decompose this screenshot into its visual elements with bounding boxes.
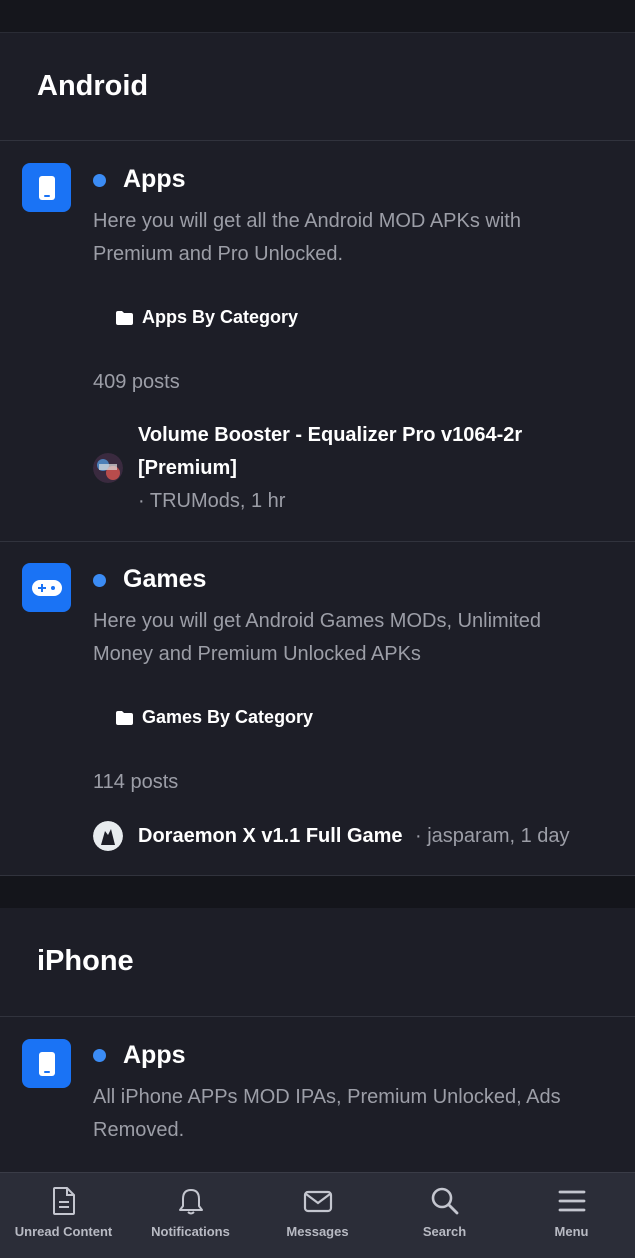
latest-post-title[interactable]: Volume Booster - Equalizer Pro v1064-2r …	[138, 419, 578, 485]
search-icon	[431, 1187, 458, 1215]
divider	[0, 140, 635, 141]
section-android: Android Apps Here you will get all the A…	[0, 33, 635, 875]
forum-title[interactable]: Apps	[123, 165, 186, 194]
nav-label: Search	[422, 1224, 467, 1239]
nav-unread-content[interactable]: Unread Content	[0, 1173, 127, 1258]
subcategory-label: Games By Category	[142, 707, 314, 727]
forum-description: Here you will get all the Android MOD AP…	[93, 210, 521, 265]
subcategory-link[interactable]: Games By Category	[116, 707, 313, 728]
bottom-navigation: Unread Content Notifications Messages Se…	[0, 1172, 635, 1258]
unread-dot	[93, 574, 106, 587]
nav-label: Messages	[286, 1224, 349, 1239]
unread-dot	[93, 174, 106, 187]
latest-post-title[interactable]: Doraemon X v1.1 Full Game	[138, 820, 403, 853]
envelope-icon	[303, 1190, 332, 1213]
section-title[interactable]: iPhone	[37, 945, 134, 978]
phone-icon	[22, 1039, 71, 1088]
top-bar	[0, 0, 635, 33]
divider	[0, 1016, 635, 1017]
folder-icon	[116, 310, 133, 325]
subcategory-link[interactable]: Apps By Category	[116, 307, 298, 328]
avatar[interactable]	[93, 821, 123, 851]
section-iphone: iPhone Apps All iPhone APPs MOD IPAs, Pr…	[0, 908, 635, 1172]
nav-search[interactable]: Search	[381, 1173, 508, 1258]
post-count: 409 posts	[93, 371, 180, 393]
latest-post-meta: · jasparam, 1 day	[415, 825, 570, 847]
forum-title[interactable]: Games	[123, 565, 206, 594]
bell-icon	[178, 1189, 203, 1215]
nav-messages[interactable]: Messages	[254, 1173, 381, 1258]
nav-menu[interactable]: Menu	[508, 1173, 635, 1258]
post-count: 114 posts	[93, 771, 179, 793]
divider	[0, 541, 635, 542]
nav-label: Notifications	[151, 1224, 230, 1239]
forum-description: All iPhone APPs MOD IPAs, Premium Unlock…	[93, 1086, 561, 1141]
hamburger-icon	[558, 1190, 585, 1212]
folder-icon	[116, 710, 133, 725]
forum-title[interactable]: Apps	[123, 1041, 186, 1070]
nav-label: Unread Content	[14, 1224, 113, 1239]
nav-label: Menu	[554, 1224, 589, 1239]
phone-icon	[22, 163, 71, 212]
subcategory-label: Apps By Category	[142, 307, 299, 327]
section-title[interactable]: Android	[37, 70, 148, 103]
document-icon	[52, 1187, 75, 1215]
section-gap	[0, 876, 635, 908]
latest-post-meta: · TRUMods, 1 hr	[138, 490, 286, 512]
nav-notifications[interactable]: Notifications	[127, 1173, 254, 1258]
forum-description: Here you will get Android Games MODs, Un…	[93, 610, 541, 665]
gamepad-icon	[22, 563, 71, 612]
avatar[interactable]	[93, 453, 123, 483]
unread-dot	[93, 1049, 106, 1062]
